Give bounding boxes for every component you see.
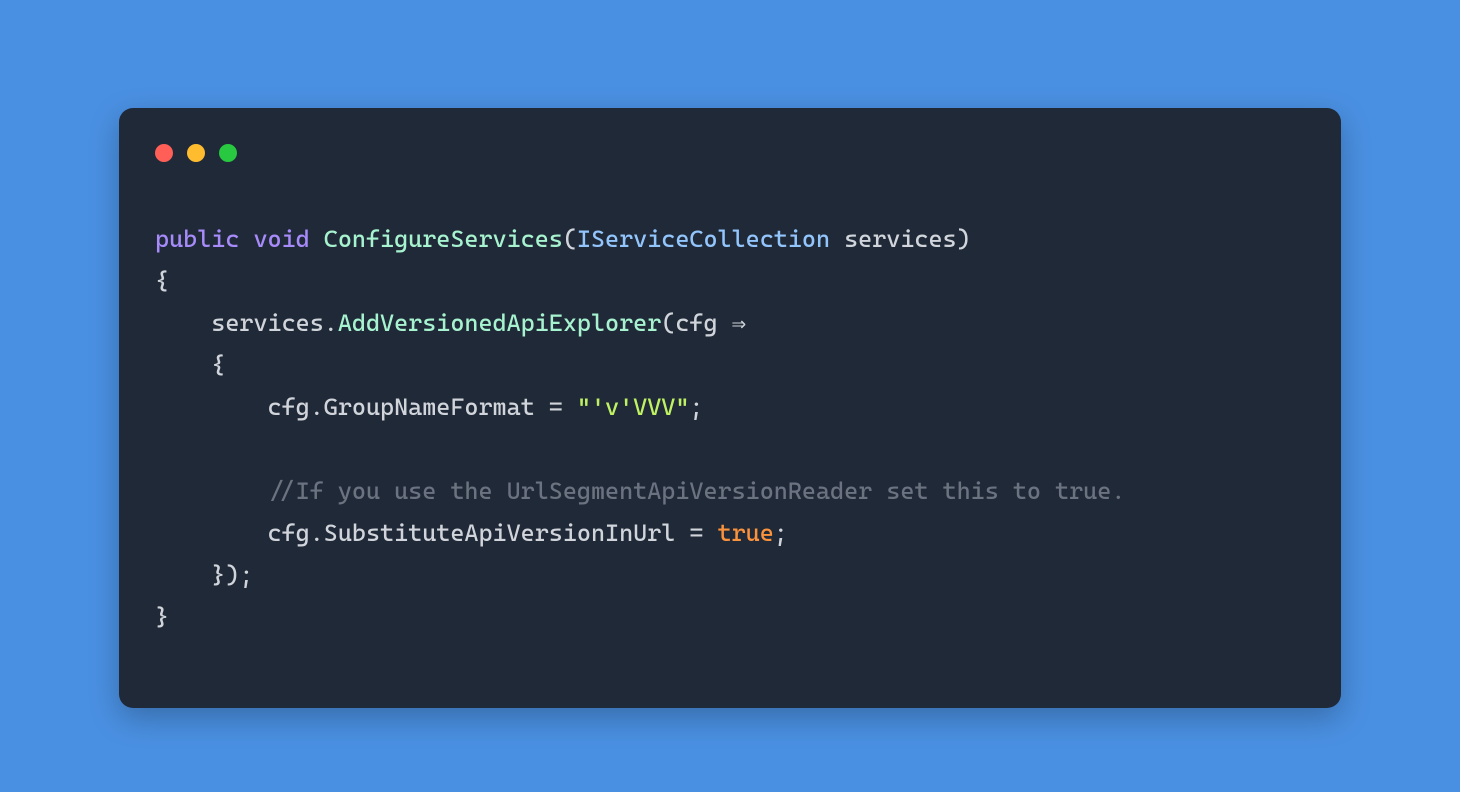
stage: public void ConfigureServices(IServiceCo…: [0, 0, 1460, 792]
prop-substituteapiversioninurl: SubstituteApiVersionInUrl: [324, 519, 676, 547]
bool-true: true: [718, 519, 774, 547]
indent: [155, 561, 211, 589]
method-configureservices: ConfigureServices: [324, 225, 563, 253]
indent: [155, 519, 268, 547]
indent: [155, 351, 211, 379]
lambda-arrow: ⇒: [718, 309, 747, 337]
prop-groupnameformat: GroupNameFormat: [324, 393, 535, 421]
code-block: public void ConfigureServices(IServiceCo…: [155, 218, 1305, 638]
comment-line: //If you use the UrlSegmentApiVersionRea…: [268, 477, 1126, 505]
dot: .: [310, 519, 324, 547]
keyword-void: void: [253, 225, 309, 253]
paren-close: ): [957, 225, 971, 253]
paren-open: (: [661, 309, 675, 337]
indent: [155, 477, 268, 505]
semicolon: ;: [689, 393, 703, 421]
keyword-public: public: [155, 225, 239, 253]
method-addversionedapiexplorer: AddVersionedApiExplorer: [338, 309, 661, 337]
type-iservicecollection: IServiceCollection: [577, 225, 830, 253]
semicolon: ;: [774, 519, 788, 547]
param-services: services: [844, 225, 957, 253]
minimize-icon[interactable]: [187, 144, 205, 162]
code-window: public void ConfigureServices(IServiceCo…: [119, 108, 1341, 708]
equals: =: [675, 519, 717, 547]
indent: [155, 393, 268, 421]
dot: .: [324, 309, 338, 337]
lambda-param-cfg: cfg: [675, 309, 717, 337]
close-icon[interactable]: [155, 144, 173, 162]
paren-open: (: [563, 225, 577, 253]
string-literal: "'v'VVV": [577, 393, 690, 421]
ident-services: services: [211, 309, 324, 337]
ident-cfg: cfg: [268, 393, 310, 421]
window-traffic-lights: [155, 144, 1305, 162]
indent: [155, 309, 211, 337]
zoom-icon[interactable]: [219, 144, 237, 162]
brace-open: {: [211, 351, 225, 379]
brace-open: {: [155, 267, 169, 295]
equals: =: [535, 393, 577, 421]
dot: .: [310, 393, 324, 421]
brace-close: }: [155, 603, 169, 631]
closing-brace-paren-semi: });: [211, 561, 253, 589]
ident-cfg: cfg: [268, 519, 310, 547]
